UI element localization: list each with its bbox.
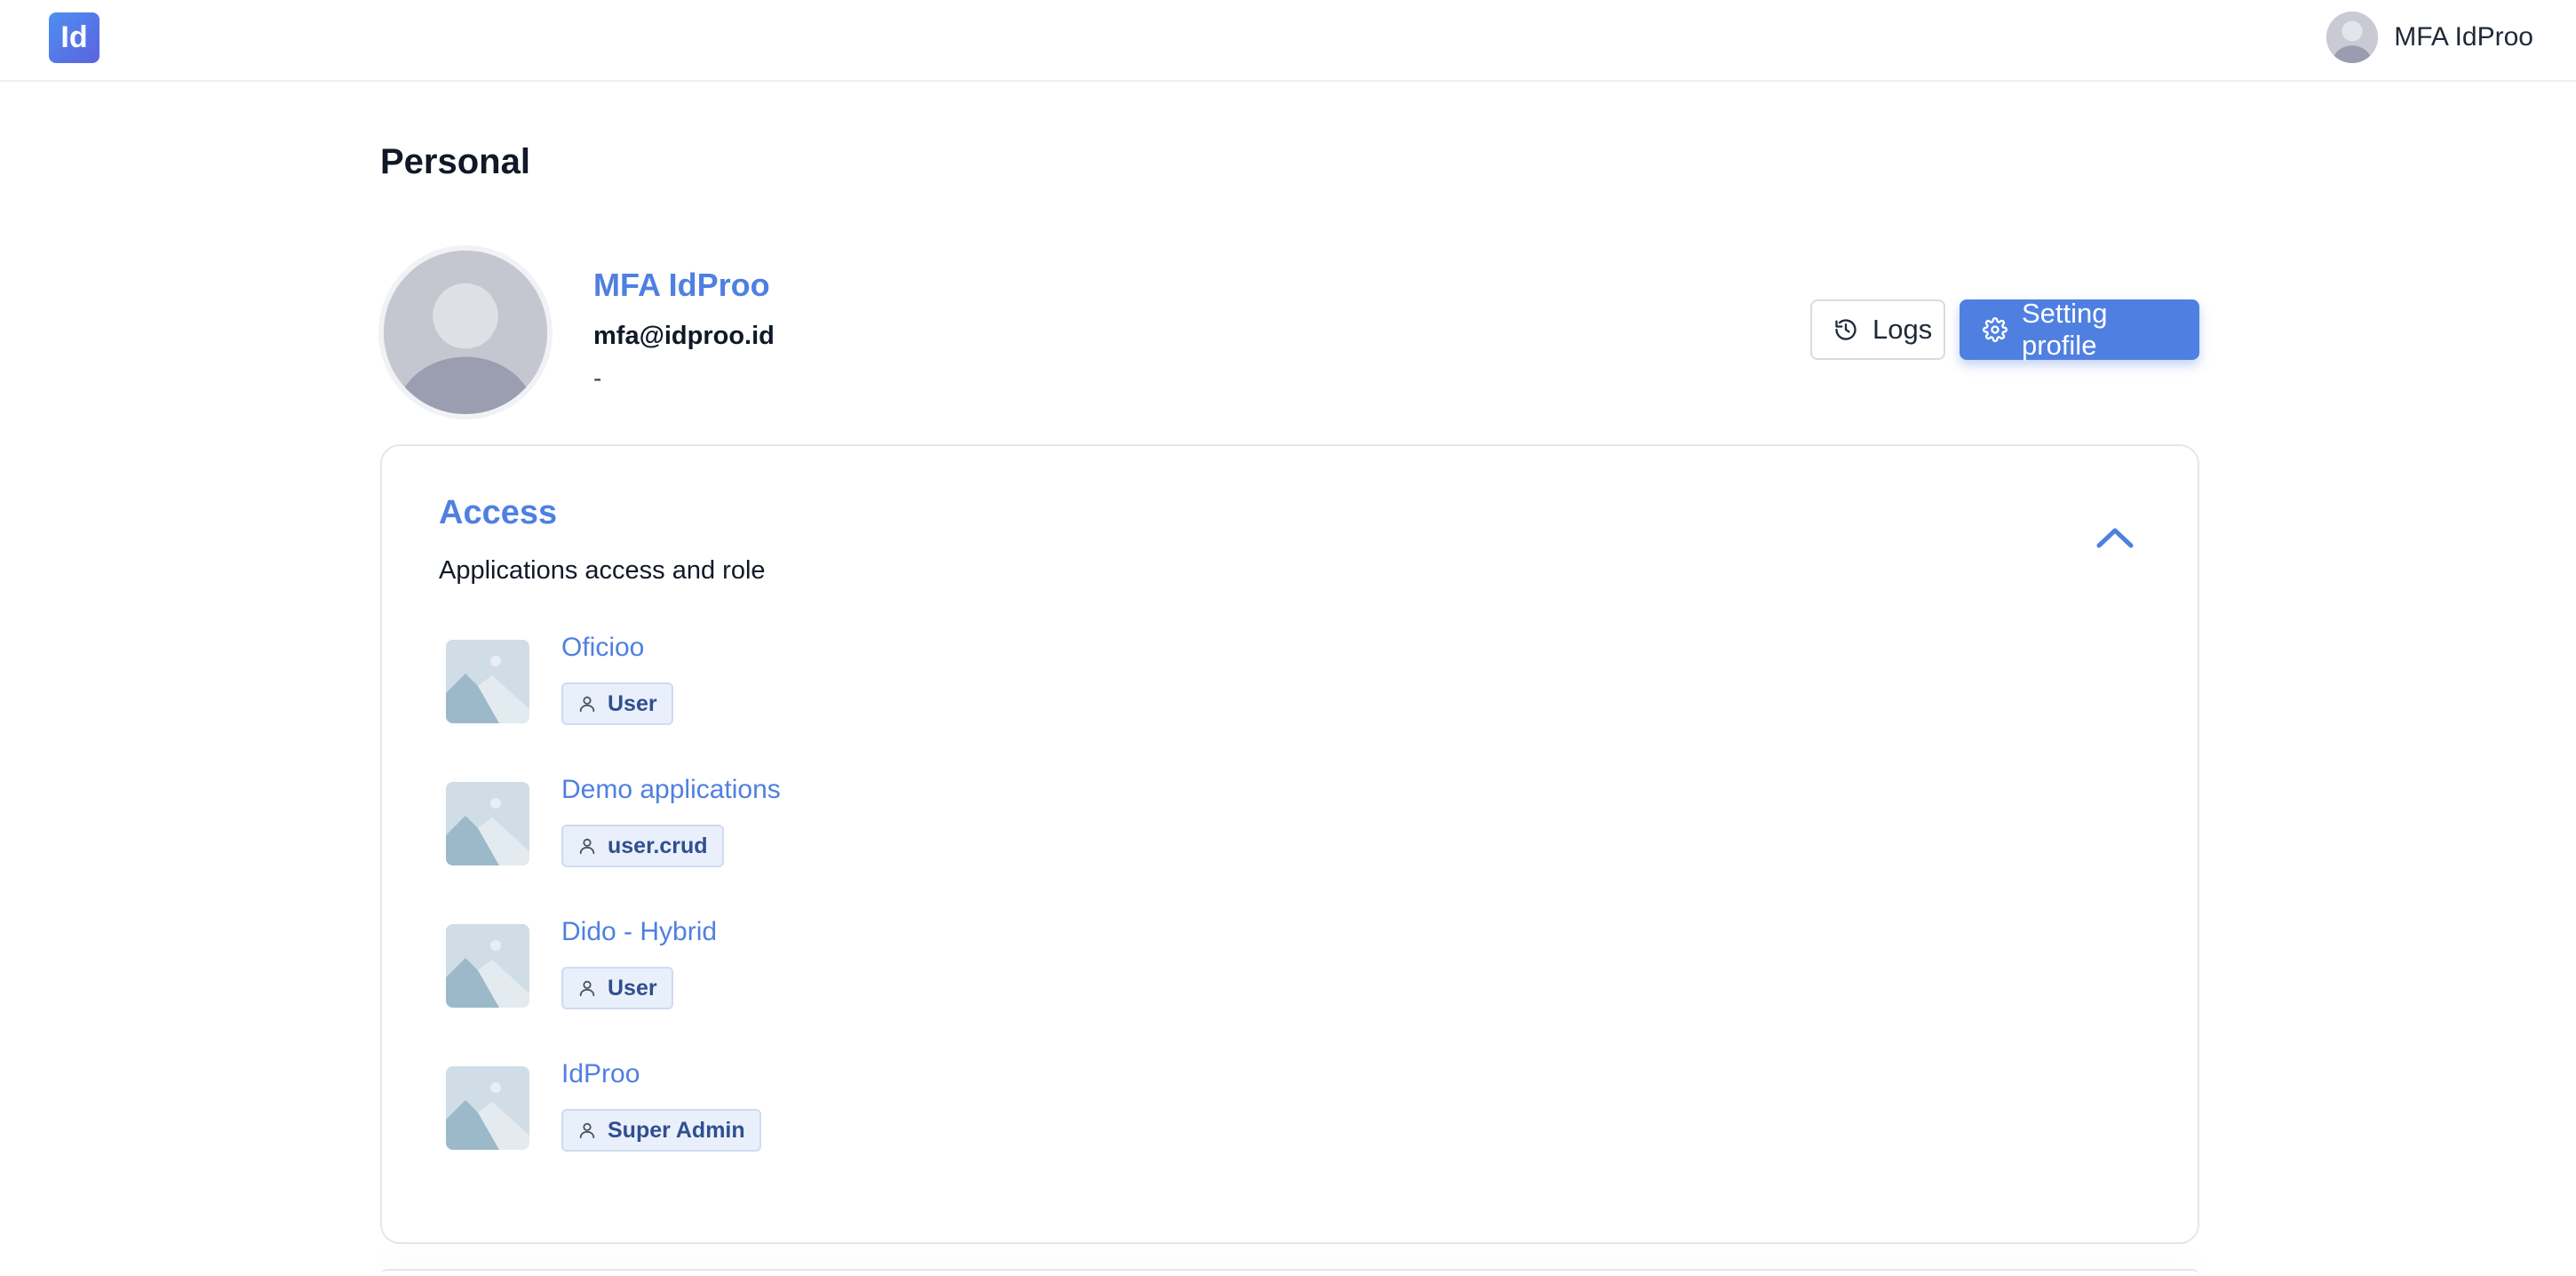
list-item[interactable]: Demo applications user.crud <box>446 775 1245 917</box>
top-navbar: Id MFA IdProo <box>0 0 2576 82</box>
profile-email: mfa@idproo.id <box>593 322 775 350</box>
app-name[interactable]: Oficioo <box>561 633 644 663</box>
application-list: Oficioo User Demo applications user.crud… <box>446 633 1245 1201</box>
role-badge: Super Admin <box>561 1109 761 1152</box>
setting-profile-button-label: Setting profile <box>2022 298 2108 361</box>
user-icon <box>579 1122 595 1139</box>
user-menu-name: MFA IdProo <box>2394 22 2533 52</box>
history-icon <box>1835 319 1856 340</box>
app-name[interactable]: Demo applications <box>561 775 781 805</box>
role-label: user.crud <box>608 833 708 858</box>
next-card-edge <box>380 1269 2199 1276</box>
app-name[interactable]: Dido - Hybrid <box>561 917 717 947</box>
role-badge: user.crud <box>561 825 724 867</box>
access-title: Access <box>439 494 558 531</box>
role-badge: User <box>561 682 673 725</box>
setting-profile-button[interactable]: Setting profile <box>1960 298 2199 361</box>
image-placeholder-icon <box>446 640 529 723</box>
logs-button[interactable]: Logs <box>1810 299 1945 360</box>
logs-button-label: Logs <box>1872 314 1933 345</box>
role-label: User <box>608 690 657 716</box>
app-name[interactable]: IdProo <box>561 1059 640 1089</box>
profile-avatar <box>384 251 547 414</box>
gear-icon <box>1983 317 2008 342</box>
list-item[interactable]: Oficioo User <box>446 633 1245 775</box>
profile-name: MFA IdProo <box>593 267 770 303</box>
user-icon <box>579 696 595 713</box>
profile-extra-info: - <box>593 364 602 392</box>
app-logo[interactable]: Id <box>49 12 99 63</box>
access-subtitle: Applications access and role <box>439 556 766 585</box>
access-card: Access Applications access and role Ofic… <box>380 444 2199 1244</box>
page-title: Personal <box>380 142 530 181</box>
user-menu[interactable]: MFA IdProo <box>2326 11 2533 64</box>
image-placeholder-icon <box>446 782 529 865</box>
avatar-placeholder-icon <box>2326 12 2379 63</box>
image-placeholder-icon <box>446 924 529 1008</box>
list-item[interactable]: IdProo Super Admin <box>446 1059 1245 1201</box>
list-item[interactable]: Dido - Hybrid User <box>446 917 1245 1059</box>
chevron-up-icon[interactable] <box>2095 524 2135 551</box>
image-placeholder-icon <box>446 1066 529 1150</box>
avatar-placeholder-icon <box>384 251 547 414</box>
role-label: Super Admin <box>608 1117 745 1143</box>
role-label: User <box>608 975 657 1001</box>
user-icon <box>579 980 595 997</box>
user-icon <box>579 838 595 855</box>
role-badge: User <box>561 967 673 1009</box>
avatar <box>2326 12 2379 63</box>
